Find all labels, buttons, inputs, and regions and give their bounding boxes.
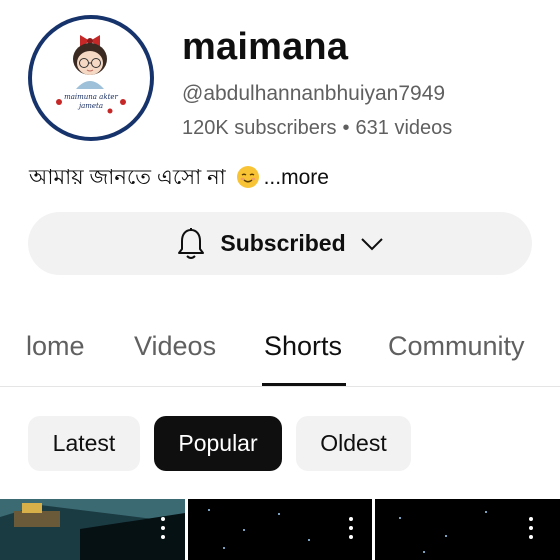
subscriber-count: 120K subscribers (182, 117, 337, 139)
star-dot (278, 513, 280, 515)
avatar-caption-line1: maimuna akter (64, 93, 118, 101)
avatar-caption: maimuna akter jameta (32, 93, 150, 111)
filter-chip-popular[interactable]: Popular (154, 416, 282, 471)
description-text: আমায় জানতে এসো না (29, 166, 226, 189)
avatar-illustration (56, 35, 126, 114)
short-thumbnail[interactable] (375, 499, 560, 560)
star-dot (399, 517, 401, 519)
chevron-down-icon (360, 237, 383, 250)
channel-tabs: lome Videos Shorts Community (0, 318, 560, 387)
star-dot (243, 529, 245, 531)
tab-shorts[interactable]: Shorts (264, 328, 342, 364)
star-dot (485, 511, 487, 513)
video-count: 631 videos (355, 117, 453, 139)
smiling-face-emoji-icon (236, 166, 259, 188)
channel-stats: 120K subscribers • 631 videos (182, 114, 452, 142)
channel-avatar[interactable]: maimuna akter jameta (28, 15, 154, 141)
filter-chip-latest[interactable]: Latest (28, 416, 140, 471)
star-dot (445, 535, 447, 537)
channel-name: maimana (182, 26, 349, 68)
star-dot (308, 539, 310, 541)
star-dot (423, 551, 425, 553)
active-tab-indicator (262, 383, 346, 386)
star-dot (223, 547, 225, 549)
tab-home[interactable]: lome (26, 328, 85, 364)
thumbnail-image (0, 499, 185, 560)
more-options-icon[interactable] (528, 517, 534, 543)
star-dot (208, 509, 210, 511)
subscribed-button[interactable]: Subscribed (28, 212, 532, 275)
subscribed-label: Subscribed (220, 230, 346, 256)
short-thumbnail[interactable] (188, 499, 372, 560)
channel-handle: @abdulhannanbhuiyan7949 (182, 82, 446, 105)
short-thumbnail[interactable] (0, 499, 185, 560)
filter-chip-oldest[interactable]: Oldest (296, 416, 411, 471)
more-options-icon[interactable] (348, 517, 354, 543)
tab-community[interactable]: Community (388, 328, 525, 364)
more-options-icon[interactable] (160, 517, 166, 543)
avatar-caption-line2: jameta (78, 102, 104, 110)
more-link[interactable]: ...more (264, 166, 329, 189)
stats-separator: • (342, 117, 350, 139)
bell-icon (178, 227, 205, 259)
channel-description[interactable]: আমায় জানতে এসো না ...more (29, 163, 329, 193)
tab-videos[interactable]: Videos (134, 328, 216, 364)
